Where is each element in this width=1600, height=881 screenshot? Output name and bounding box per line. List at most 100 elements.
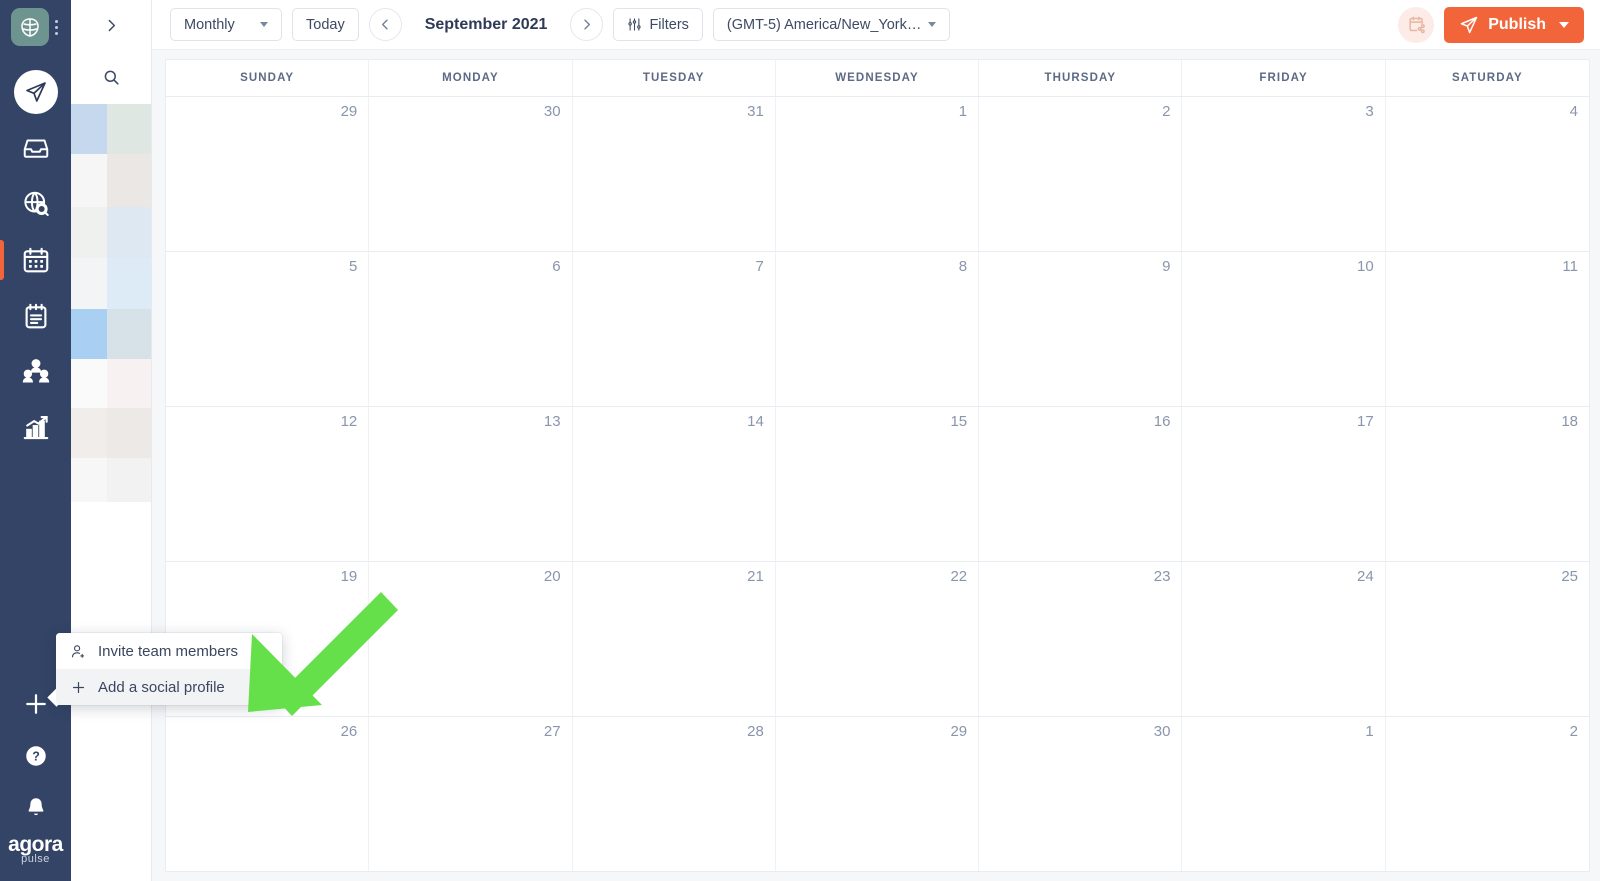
calendar-day-cell[interactable]: 10 bbox=[1182, 252, 1386, 406]
profile-avatar[interactable] bbox=[107, 154, 151, 207]
share-calendar-button[interactable] bbox=[1398, 6, 1435, 43]
day-header: MONDAY bbox=[369, 60, 573, 96]
expand-panel-button[interactable] bbox=[71, 0, 151, 50]
day-number: 2 bbox=[1162, 103, 1171, 120]
profile-avatar[interactable] bbox=[107, 408, 151, 458]
calendar-week-row: 19 20 21 22 23 24 25 bbox=[166, 562, 1589, 717]
calendar-day-cell[interactable]: 20 bbox=[369, 562, 573, 716]
today-button[interactable]: Today bbox=[292, 8, 359, 41]
calendar-day-cell[interactable]: 13 bbox=[369, 407, 573, 561]
calendar-day-cell[interactable]: 27 bbox=[369, 717, 573, 871]
calendar-day-cell[interactable]: 17 bbox=[1182, 407, 1386, 561]
calendar-day-cell[interactable]: 24 bbox=[1182, 562, 1386, 716]
profile-avatar[interactable] bbox=[71, 309, 107, 359]
calendar-day-cell[interactable]: 28 bbox=[573, 717, 776, 871]
calendar-day-cell[interactable]: 11 bbox=[1386, 252, 1589, 406]
day-header: WEDNESDAY bbox=[776, 60, 980, 96]
calendar-day-cell[interactable]: 1 bbox=[1182, 717, 1386, 871]
calendar-day-cell[interactable]: 29 bbox=[166, 97, 370, 251]
profile-avatar[interactable] bbox=[107, 458, 151, 502]
calendar-day-cell[interactable]: 16 bbox=[979, 407, 1183, 561]
help-icon: ? bbox=[25, 746, 46, 766]
profile-avatar[interactable] bbox=[71, 258, 107, 309]
workspace-switcher[interactable] bbox=[11, 8, 60, 46]
day-number: 10 bbox=[1357, 258, 1374, 275]
calendar-day-cell[interactable]: 18 bbox=[1386, 407, 1589, 561]
next-month-button[interactable] bbox=[570, 8, 604, 41]
chevron-right-icon bbox=[108, 19, 115, 31]
filters-button[interactable]: Filters bbox=[613, 8, 703, 41]
day-number: 21 bbox=[747, 568, 764, 585]
calendar-day-cell[interactable]: 23 bbox=[979, 562, 1183, 716]
profile-avatar[interactable] bbox=[107, 258, 151, 309]
calendar-day-cell[interactable]: 3 bbox=[1182, 97, 1386, 251]
calendar-week-row: 5 6 7 8 9 10 11 bbox=[166, 252, 1589, 407]
calendar-icon bbox=[23, 247, 48, 273]
calendar-day-cell[interactable]: 2 bbox=[1386, 717, 1589, 871]
sidebar-item-inbox[interactable] bbox=[0, 120, 71, 176]
day-header: SUNDAY bbox=[166, 60, 370, 96]
calendar-day-cell[interactable]: 12 bbox=[166, 407, 370, 561]
day-number: 27 bbox=[543, 723, 561, 740]
calendar-day-cell[interactable]: 9 bbox=[979, 252, 1183, 406]
notifications-button[interactable] bbox=[0, 782, 71, 834]
profile-avatar-list[interactable] bbox=[71, 104, 151, 502]
menu-item-add-a-social-profile[interactable]: Add a social profile bbox=[56, 669, 282, 705]
profile-avatar[interactable] bbox=[71, 207, 107, 258]
profile-avatar[interactable] bbox=[71, 104, 107, 154]
day-number: 29 bbox=[340, 103, 358, 120]
profile-avatar[interactable] bbox=[107, 309, 151, 359]
calendar-day-cell[interactable]: 30 bbox=[369, 97, 573, 251]
today-label: Today bbox=[306, 16, 345, 33]
day-number: 26 bbox=[340, 723, 358, 740]
calendar-day-cell[interactable]: 30 bbox=[979, 717, 1183, 871]
timezone-select[interactable]: (GMT-5) America/New_York… bbox=[712, 8, 951, 41]
menu-item-label: Add a social profile bbox=[98, 678, 225, 696]
calendar-day-cell[interactable]: 7 bbox=[573, 252, 776, 406]
publish-label: Publish bbox=[1488, 15, 1546, 33]
person-plus-icon bbox=[71, 644, 85, 658]
profile-avatar[interactable] bbox=[71, 359, 107, 408]
prev-month-button[interactable] bbox=[368, 8, 402, 41]
sidebar-item-calendar[interactable] bbox=[0, 232, 71, 288]
day-number: 5 bbox=[348, 258, 358, 275]
profile-avatar[interactable] bbox=[71, 154, 107, 207]
calendar-day-cell[interactable]: 14 bbox=[573, 407, 776, 561]
calendar-day-cell[interactable]: 4 bbox=[1386, 97, 1589, 251]
calendar-day-cell[interactable]: 8 bbox=[776, 252, 980, 406]
calendar-day-cell[interactable]: 26 bbox=[166, 717, 370, 871]
profile-avatar[interactable] bbox=[107, 104, 151, 154]
calendar-day-cell[interactable]: 31 bbox=[573, 97, 776, 251]
calendar-day-cell[interactable]: 29 bbox=[776, 717, 980, 871]
calendar-day-cell[interactable]: 15 bbox=[776, 407, 980, 561]
wordmark-agora: agora bbox=[8, 833, 63, 856]
profile-avatar[interactable] bbox=[71, 458, 107, 502]
publish-button[interactable]: Publish bbox=[1444, 6, 1584, 43]
sidebar-item-analytics[interactable] bbox=[0, 400, 71, 456]
day-header: THURSDAY bbox=[979, 60, 1183, 96]
chevron-down-icon bbox=[260, 22, 268, 27]
profile-avatar[interactable] bbox=[107, 207, 151, 258]
workspace-logo[interactable] bbox=[11, 8, 49, 46]
sidebar-item-team[interactable] bbox=[0, 344, 71, 400]
sidebar-item-content[interactable] bbox=[0, 288, 71, 344]
profile-search-button[interactable] bbox=[71, 50, 151, 104]
workspace-menu-icon[interactable] bbox=[53, 18, 60, 37]
day-number: 12 bbox=[340, 413, 358, 430]
calendar-day-cell[interactable]: 5 bbox=[166, 252, 370, 406]
day-number: 11 bbox=[1562, 258, 1578, 275]
calendar-day-cell[interactable]: 1 bbox=[776, 97, 980, 251]
profile-avatar[interactable] bbox=[71, 408, 107, 458]
calendar-day-cell[interactable]: 2 bbox=[979, 97, 1183, 251]
calendar-day-cell[interactable]: 22 bbox=[776, 562, 980, 716]
calendar-day-cell[interactable]: 6 bbox=[369, 252, 573, 406]
profile-avatar[interactable] bbox=[107, 359, 151, 408]
filters-icon bbox=[628, 18, 642, 31]
view-mode-select[interactable]: Monthly bbox=[170, 8, 282, 41]
sidebar-item-listening[interactable] bbox=[0, 176, 71, 232]
calendar-day-cell[interactable]: 21 bbox=[573, 562, 776, 716]
menu-item-invite-team-members[interactable]: Invite team members bbox=[56, 633, 282, 669]
sidebar-item-publishing[interactable] bbox=[0, 64, 71, 120]
help-button[interactable]: ? bbox=[0, 730, 71, 782]
calendar-day-cell[interactable]: 25 bbox=[1386, 562, 1589, 716]
